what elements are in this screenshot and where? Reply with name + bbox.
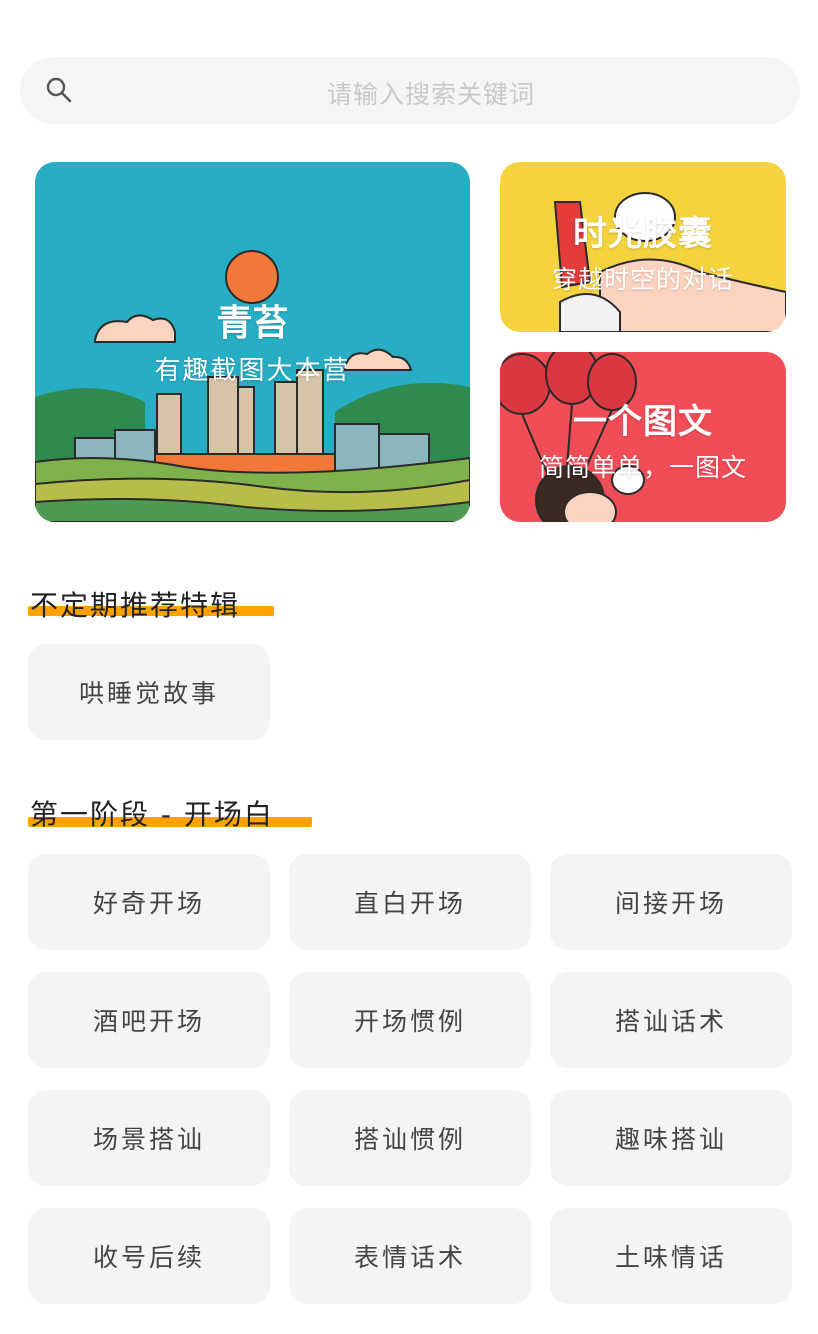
chip-item[interactable]: 开场惯例 bbox=[289, 972, 531, 1068]
search-icon bbox=[46, 77, 72, 103]
chip-item[interactable]: 趣味搭讪 bbox=[550, 1090, 792, 1186]
chip-item[interactable]: 好奇开场 bbox=[28, 854, 270, 950]
chip-item[interactable]: 场景搭讪 bbox=[28, 1090, 270, 1186]
banner-time-capsule-title: 时光胶囊 bbox=[573, 214, 713, 254]
banner-time-capsule-subtitle: 穿越时空的对话 bbox=[551, 265, 734, 294]
chip-item[interactable]: 间接开场 bbox=[550, 854, 792, 950]
banner-one-graphic-title: 一个图文 bbox=[573, 402, 713, 442]
banner-main-title: 青苔 bbox=[216, 303, 289, 344]
banner-main-subtitle: 有趣截图大本营 bbox=[154, 356, 351, 386]
chip-item[interactable]: 土味情话 bbox=[550, 1208, 792, 1304]
chip-item[interactable]: 直白开场 bbox=[289, 854, 531, 950]
banner-one-graphic-subtitle: 简简单单，一图文 bbox=[538, 453, 747, 482]
banner-main[interactable]: 青苔 有趣截图大本营 bbox=[35, 162, 470, 522]
chip-item[interactable]: 搭讪惯例 bbox=[289, 1090, 531, 1186]
chip-item[interactable]: 哄睡觉故事 bbox=[28, 644, 270, 740]
chip-item[interactable]: 酒吧开场 bbox=[28, 972, 270, 1068]
chip-item[interactable]: 收号后续 bbox=[28, 1208, 270, 1304]
search-bar[interactable] bbox=[20, 57, 800, 124]
chip-item[interactable]: 搭讪话术 bbox=[550, 972, 792, 1068]
banner-time-capsule[interactable]: 时光胶囊 穿越时空的对话 bbox=[500, 162, 786, 332]
chip-item[interactable]: 表情话术 bbox=[289, 1208, 531, 1304]
section-title-opening: 第一阶段 - 开场白 bbox=[30, 798, 274, 831]
section-title-featured: 不定期推荐特辑 bbox=[30, 589, 241, 622]
banner-one-graphic[interactable]: 一个图文 简简单单，一图文 bbox=[500, 352, 786, 522]
